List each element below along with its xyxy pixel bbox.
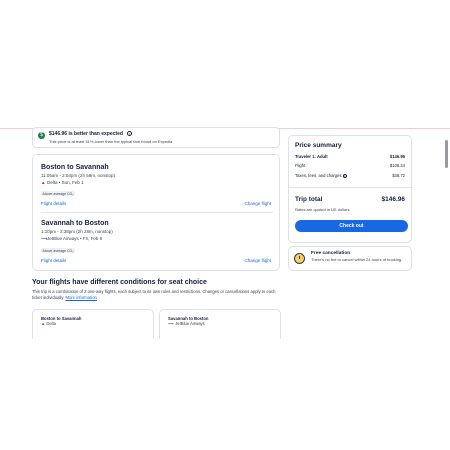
price-alert-title: $146.96 is better than expected — [49, 131, 123, 137]
more-information-link[interactable]: More information — [65, 295, 96, 300]
flight-value: $108.24 — [389, 163, 405, 168]
free-cancellation-card: Free cancellation There's no fee to canc… — [288, 246, 412, 271]
conditions-heading: Your flights have different conditions f… — [32, 279, 207, 286]
condition-card-airline: ▲ Delta — [41, 321, 56, 326]
taxes-row: Taxes, fees, and charges i $38.72 — [295, 173, 405, 178]
taxes-info-icon[interactable]: i — [342, 173, 347, 178]
traveler-row: Traveler 1: Adult $146.96 — [295, 154, 405, 159]
segment-2-airline-text: JetBlue Airways • Fri, Feb 6 — [47, 236, 103, 241]
page-scrollbar[interactable] — [445, 140, 448, 168]
segment-1-change-flight-link[interactable]: Change flight — [244, 201, 271, 206]
jetblue-logo-icon: ⟶ — [168, 321, 175, 326]
segment-1-airline: ▲ Delta • Sun, Feb 1 — [41, 180, 84, 185]
price-summary-card: Price summary Traveler 1: Adult $146.96 … — [288, 135, 413, 243]
traveler-value: $146.96 — [389, 154, 405, 159]
trip-total-value: $146.96 — [381, 196, 406, 203]
price-alert-subtitle: This price is at least 51% lower than th… — [49, 139, 173, 144]
condition-card-outbound: Boston to Savannah ▲ Delta — [32, 309, 154, 339]
trip-total-label: Trip total — [295, 196, 323, 203]
info-icon[interactable]: i — [127, 131, 132, 136]
condition-card-airline-text: JetBlue Airways — [175, 321, 205, 326]
itinerary-card: Boston to Savannah 11:05am - 2:04pm (2h … — [32, 154, 280, 271]
segment-2-flight-details-link[interactable]: Flight details — [41, 258, 66, 263]
segment-1-title: Boston to Savannah — [41, 164, 109, 171]
free-cancellation-title: Free cancellation — [311, 251, 351, 256]
clock-icon — [294, 253, 305, 264]
summary-divider — [289, 187, 413, 188]
traveler-label: Traveler 1: Adult — [295, 154, 328, 159]
taxes-value: $38.72 — [392, 173, 405, 178]
delta-logo-icon: ▲ — [41, 321, 46, 326]
segment-2-airline: ⟶JetBlue Airways • Fri, Feb 6 — [41, 236, 102, 242]
condition-card-airline: ⟶ JetBlue Airways — [168, 321, 205, 326]
taxes-label: Taxes, fees, and charges — [295, 173, 342, 178]
segment-2-change-flight-link[interactable]: Change flight — [244, 258, 271, 263]
segment-2-title: Savannah to Boston — [41, 220, 109, 227]
currency-note: Rates are quoted in US dollars — [295, 207, 350, 212]
flight-label: Flight — [295, 163, 306, 168]
segment-1-co2-badge: Above average CO₂ — [41, 191, 76, 197]
conditions-text: This trip is a combination of 2 one-way … — [32, 289, 282, 301]
check-out-button[interactable]: Check out — [295, 220, 408, 232]
price-summary-title: Price summary — [295, 142, 342, 149]
condition-card-airline-text: Delta — [46, 321, 57, 326]
condition-card-return: Savannah to Boston ⟶ JetBlue Airways — [159, 309, 281, 339]
segment-2-times: 1:10pm - 3:38pm (2h 28m, nonstop) — [41, 229, 113, 234]
segment-2-co2-badge: Above average CO₂ — [41, 248, 76, 254]
price-alert-banner: $ $146.96 is better than expected i This… — [32, 127, 280, 148]
dollar-down-icon: $ — [38, 132, 45, 139]
free-cancellation-text: There's no fee to cancel within 24 hours… — [311, 257, 403, 262]
segment-divider — [41, 212, 273, 213]
segment-1-times: 11:05am - 2:04pm (2h 59m, nonstop) — [41, 173, 115, 178]
segment-1-flight-details-link[interactable]: Flight details — [41, 201, 66, 206]
segment-1-airline-text: Delta • Sun, Feb 1 — [47, 180, 84, 185]
flight-row: Flight $108.24 — [295, 163, 405, 168]
